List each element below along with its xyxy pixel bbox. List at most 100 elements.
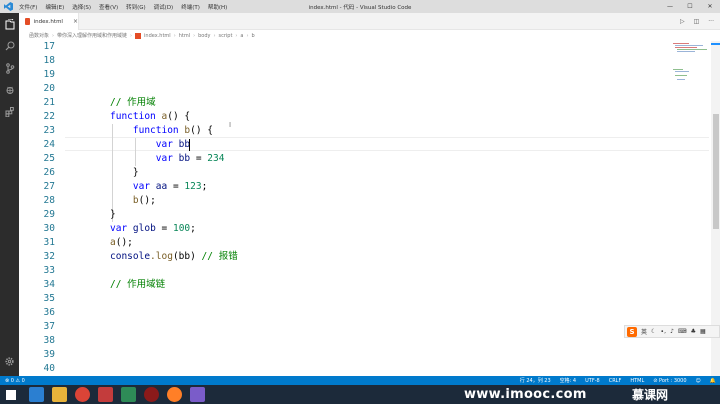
editor-actions: ▷ ◫ ··· <box>680 13 714 30</box>
start-button-icon[interactable] <box>6 390 16 400</box>
menu-selection[interactable]: 选择(S) <box>71 3 92 11</box>
microphone-icon[interactable]: ♪ <box>670 328 674 335</box>
line-number: 22 <box>43 111 55 122</box>
tab-close-icon[interactable]: × <box>73 18 78 25</box>
menu-file[interactable]: 文件(F) <box>18 3 38 11</box>
taskbar-folder-icon[interactable] <box>52 387 67 402</box>
line-number: 27 <box>43 181 55 192</box>
os-taskbar <box>0 385 720 404</box>
minimap[interactable] <box>671 41 709 101</box>
editor-tab-bar: index.html × ▷ ◫ ··· <box>19 13 720 30</box>
menu-debug[interactable]: 调试(D) <box>153 3 175 11</box>
menu-goto[interactable]: 转到(G) <box>125 3 147 11</box>
skin-icon[interactable]: ♣ <box>691 328 696 335</box>
line-number: 25 <box>43 153 55 164</box>
live-server-port[interactable]: ⊘ Port : 3000 <box>653 378 686 384</box>
close-window-button[interactable]: ✕ <box>700 0 720 13</box>
line-number: 23 <box>43 125 55 136</box>
run-icon[interactable]: ▷ <box>680 18 685 25</box>
problems-indicator[interactable]: ⊗ 0 ⚠ 0 <box>5 378 25 384</box>
code-line: var bb <box>155 139 191 150</box>
breadcrumb-item[interactable]: html <box>179 33 190 39</box>
code-line: // 作用域 <box>110 97 156 108</box>
language-mode[interactable]: HTML <box>630 378 644 384</box>
taskbar-app-icon[interactable] <box>144 387 159 402</box>
line-number: 30 <box>43 223 55 234</box>
html-file-icon <box>25 18 30 25</box>
line-number: 33 <box>43 265 55 276</box>
debug-icon[interactable] <box>0 79 19 101</box>
split-editor-icon[interactable]: ◫ <box>694 18 700 25</box>
menu-help[interactable]: 帮助(H) <box>207 3 228 11</box>
code-line: var glob = 100; <box>110 223 196 234</box>
line-number: 36 <box>43 307 55 318</box>
breadcrumb-item[interactable]: index.html <box>144 33 171 39</box>
more-actions-icon[interactable]: ··· <box>708 18 714 25</box>
code-line: function a() { <box>110 111 191 122</box>
menu-terminal[interactable]: 终端(T) <box>180 3 201 11</box>
keyboard-icon[interactable]: ⌨ <box>678 328 687 335</box>
line-number: 32 <box>43 251 55 262</box>
menu-view[interactable]: 查看(V) <box>98 3 119 11</box>
ime-mode-label[interactable]: 英 <box>641 327 647 336</box>
taskbar-app-icon[interactable] <box>190 387 205 402</box>
taskbar-app-icon[interactable] <box>98 387 113 402</box>
toolbox-icon[interactable]: ▦ <box>700 328 706 335</box>
scroll-marker <box>711 43 720 45</box>
sogou-logo-icon[interactable]: S <box>627 326 637 337</box>
chevron-right-icon: › <box>235 32 238 39</box>
taskbar-firefox-icon[interactable] <box>167 387 182 402</box>
punctuation-icon[interactable]: ∙, <box>660 328 666 335</box>
title-bar: 文件(F) 编辑(E) 选择(S) 查看(V) 转到(G) 调试(D) 终端(T… <box>0 0 720 13</box>
line-number: 38 <box>43 335 55 346</box>
line-number: 40 <box>43 363 55 374</box>
end-of-line[interactable]: CRLF <box>609 378 622 384</box>
line-number: 31 <box>43 237 55 248</box>
menu-edit[interactable]: 编辑(E) <box>44 3 65 11</box>
ime-toolbar: S 英 ☾ ∙, ♪ ⌨ ♣ ▦ <box>624 325 720 338</box>
chevron-right-icon: › <box>193 32 196 39</box>
menu-bar: 文件(F) 编辑(E) 选择(S) 查看(V) 转到(G) 调试(D) 终端(T… <box>18 3 228 11</box>
window-controls: — ☐ ✕ <box>660 0 720 13</box>
taskbar-app-icon[interactable] <box>121 387 136 402</box>
line-number: 19 <box>43 69 55 80</box>
breadcrumb-item[interactable]: 带你深入理解作用域和作用域链 <box>57 32 127 39</box>
chevron-right-icon: › <box>246 32 249 39</box>
code-line: } <box>132 167 139 178</box>
indentation[interactable]: 空格: 4 <box>560 377 576 384</box>
encoding[interactable]: UTF-8 <box>585 378 600 384</box>
taskbar-vscode-icon[interactable] <box>29 387 44 402</box>
breadcrumb-item[interactable]: script <box>218 33 232 39</box>
line-number: 24 <box>43 139 55 150</box>
line-number: 37 <box>43 321 55 332</box>
maximize-button[interactable]: ☐ <box>680 0 700 13</box>
source-control-icon[interactable] <box>0 57 19 79</box>
breadcrumb-item[interactable]: a <box>240 33 243 39</box>
feedback-icon[interactable]: ☺ <box>696 378 701 384</box>
minimize-button[interactable]: — <box>660 0 680 13</box>
moon-icon[interactable]: ☾ <box>651 328 656 335</box>
notifications-bell-icon[interactable]: 🔔 <box>710 378 716 384</box>
code-line: a(); <box>110 237 133 248</box>
cursor-position[interactable]: 行 24，列 23 <box>520 377 551 384</box>
imooc-watermark: www.imooc.com <box>464 387 587 402</box>
code-editor[interactable]: 17 18 19 20 21 22 23 24 25 26 27 28 29 3… <box>19 41 709 376</box>
taskbar-chrome-icon[interactable] <box>75 387 90 402</box>
extensions-icon[interactable] <box>0 101 19 123</box>
breadcrumb-item[interactable]: 函数对象 <box>29 32 49 39</box>
tab-label: index.html <box>33 18 63 25</box>
breadcrumb-item[interactable]: body <box>198 33 210 39</box>
vscode-logo-icon <box>0 0 16 13</box>
explorer-icon[interactable] <box>0 13 19 35</box>
mouse-ibeam-icon: I <box>229 121 232 129</box>
breadcrumb-item[interactable]: b <box>251 33 254 39</box>
activity-bar <box>0 13 19 376</box>
scrollbar-thumb[interactable] <box>713 114 719 229</box>
code-line: } <box>110 209 116 220</box>
line-number: 28 <box>43 195 55 206</box>
search-icon[interactable] <box>0 35 19 57</box>
tab-index-html[interactable]: index.html × <box>19 13 79 30</box>
line-number: 17 <box>43 41 55 52</box>
text-cursor <box>189 139 190 151</box>
settings-gear-icon[interactable] <box>0 350 19 372</box>
